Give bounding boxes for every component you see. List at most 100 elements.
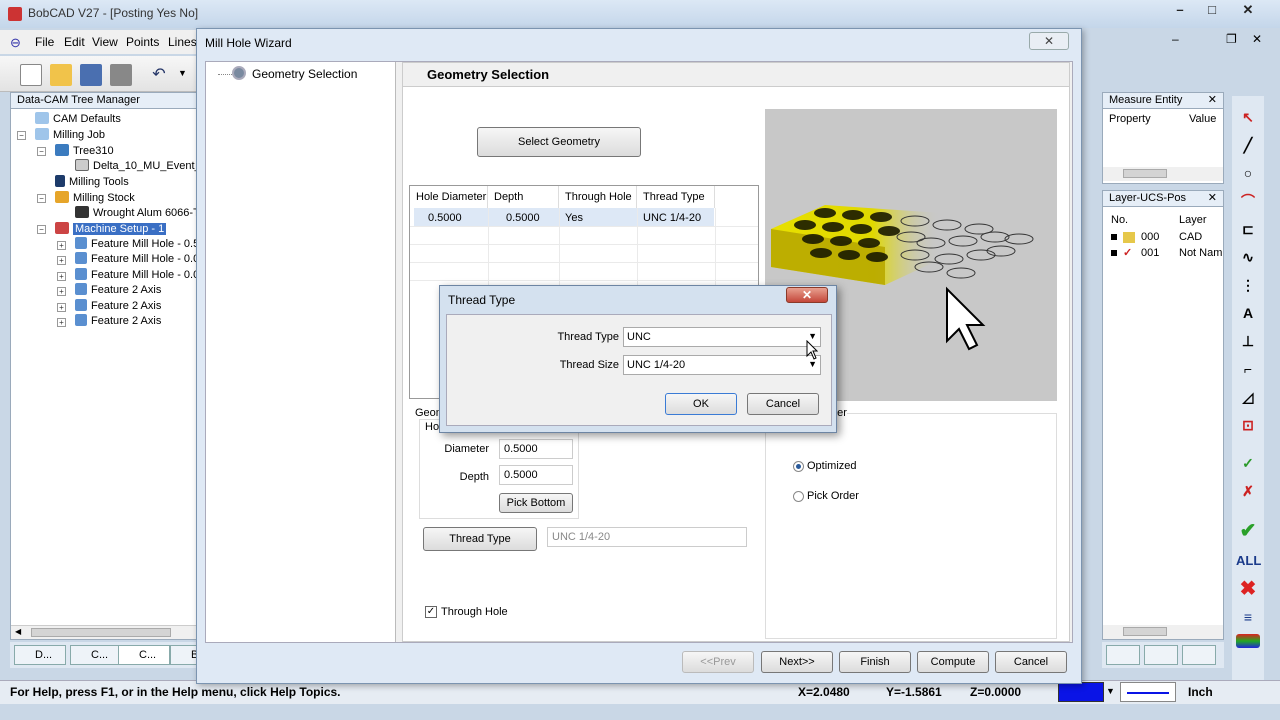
tree-item[interactable]: Delta_10_MU_Event_ [75,159,201,174]
tree-item[interactable]: Milling Tools [55,175,129,190]
print-icon[interactable] [110,64,132,86]
collapse-toggle[interactable]: − [37,225,46,234]
tree-item[interactable]: Feature Mill Hole - 0.5 [75,237,199,252]
finish-button[interactable]: Finish [839,651,911,673]
scroll-thumb[interactable] [31,628,171,637]
expand-toggle[interactable]: + [57,241,66,250]
menu-edit[interactable]: Edit [64,35,85,49]
open-folder-icon[interactable] [50,64,72,86]
tree-item[interactable]: Milling Job [35,128,105,143]
select-geometry-button[interactable]: Select Geometry [477,127,641,157]
menu-lines[interactable]: Lines [168,35,197,49]
menu-system-icon[interactable]: ⊖ [10,35,21,51]
tree-item[interactable]: CAM Defaults [35,112,121,127]
column-header[interactable]: Hole Diameter [410,186,488,208]
tab-position-icon[interactable] [1182,645,1216,665]
circle-icon[interactable]: ○ [1236,162,1260,184]
menu-view[interactable]: View [92,35,118,49]
tab-layers-icon[interactable] [1106,645,1140,665]
close-icon[interactable]: ✕ [1208,191,1217,206]
cancel-button[interactable]: Cancel [995,651,1067,673]
color-dropdown-icon[interactable]: ▼ [1106,686,1115,696]
chain-icon[interactable]: ⊏ [1236,218,1260,240]
new-file-icon[interactable] [20,64,42,86]
tree-item[interactable]: Wrought Alum 6066-T [75,206,200,221]
offset-icon[interactable]: ⊡ [1236,414,1260,436]
tree-horizontal-scrollbar[interactable]: ◀ [11,625,197,639]
text-icon[interactable]: A [1236,302,1260,324]
line-style-picker[interactable] [1120,682,1176,702]
layer-row[interactable]: 000 CAD [1109,230,1223,246]
save-icon[interactable] [80,64,102,86]
layer-row[interactable]: ✓ 001 Not Nam [1109,246,1223,262]
tab-b[interactable]: B [170,645,198,665]
tree-item[interactable]: Milling Stock [55,191,135,206]
close-icon[interactable]: ✕ [1208,93,1217,108]
depth-field[interactable]: 0.5000 [499,465,573,485]
scroll-thumb[interactable] [1123,169,1167,178]
tree-item[interactable]: Feature 2 Axis [75,299,161,314]
layer-visible-icon[interactable] [1111,234,1117,240]
expand-toggle[interactable]: + [57,256,66,265]
arc-icon[interactable]: ⌒ [1236,190,1260,212]
dialog-close-button[interactable]: ✕ [786,287,828,303]
nav-item-geometry-selection[interactable]: Geometry Selection [252,67,357,81]
layers-color-icon[interactable] [1236,634,1260,648]
pick-bottom-button[interactable]: Pick Bottom [499,493,573,513]
tab-cam[interactable]: C... [70,645,122,665]
undo-icon[interactable]: ↶ [148,64,170,86]
scroll-left-icon[interactable]: ◀ [15,627,21,636]
thread-size-dropdown[interactable]: UNC 1/4-20 ▼ [623,355,821,375]
scroll-thumb[interactable] [1123,627,1167,636]
mdi-minimize-button[interactable]: – [1172,32,1179,46]
tree-item[interactable]: Tree310 [55,144,114,159]
expand-toggle[interactable]: + [57,303,66,312]
reject-arrow-icon[interactable]: ✗ [1236,480,1260,502]
line-icon[interactable]: ╱ [1236,134,1260,156]
expand-toggle[interactable]: + [57,287,66,296]
maximize-button[interactable]: □ [1200,2,1224,20]
select-all-button[interactable]: ALL [1236,550,1261,572]
menu-file[interactable]: File [35,35,54,49]
tree-item[interactable]: Feature Mill Hole - 0.0 [75,268,199,283]
layer-visible-icon[interactable] [1111,250,1117,256]
collapse-toggle[interactable]: − [37,194,46,203]
cancel-button[interactable]: Cancel [747,393,819,415]
ok-button[interactable]: OK [665,393,737,415]
tab-data[interactable]: D... [14,645,66,665]
tab-ucs-icon[interactable] [1144,645,1178,665]
minimize-button[interactable]: – [1168,2,1192,20]
color-picker[interactable] [1058,682,1104,702]
collapse-toggle[interactable]: − [17,131,26,140]
list-icon[interactable]: ≡ [1236,606,1260,628]
collapse-toggle[interactable]: − [37,147,46,156]
chamfer-icon[interactable]: ◿ [1236,386,1260,408]
select-icon[interactable]: ↖ [1236,106,1260,128]
points-icon[interactable]: ⋮ [1236,274,1260,296]
pick-order-radio[interactable] [793,491,804,502]
menu-points[interactable]: Points [126,35,159,49]
undo-dropdown-icon[interactable]: ▼ [178,68,187,78]
column-header[interactable]: Thread Type [637,186,715,208]
expand-toggle[interactable]: + [57,272,66,281]
expand-toggle[interactable]: + [57,318,66,327]
dimension-icon[interactable]: ⊥ [1236,330,1260,352]
compute-button[interactable]: Compute [917,651,989,673]
confirm-icon[interactable]: ✔ [1236,520,1260,542]
accept-arrow-icon[interactable]: ✓ [1236,452,1260,474]
mdi-close-button[interactable]: ✕ [1252,32,1262,46]
column-header[interactable]: Through Hole [559,186,637,208]
fillet-icon[interactable]: ⌐ [1236,358,1260,380]
spline-icon[interactable]: ∿ [1236,246,1260,268]
tree-item-selected[interactable]: Machine Setup - 1 [55,222,167,237]
next-button[interactable]: Next>> [761,651,833,673]
mdi-restore-button[interactable]: ❐ [1226,32,1237,46]
column-header[interactable]: Depth [488,186,559,208]
thread-type-dropdown[interactable]: UNC ▼ [623,327,821,347]
horizontal-scrollbar[interactable] [1103,167,1223,181]
thread-type-button[interactable]: Thread Type [423,527,537,551]
diameter-field[interactable]: 0.5000 [499,439,573,459]
prev-button[interactable]: <<Prev [682,651,754,673]
wizard-close-button[interactable]: ✕ [1029,32,1069,50]
tab-cad[interactable]: C... [118,645,170,665]
